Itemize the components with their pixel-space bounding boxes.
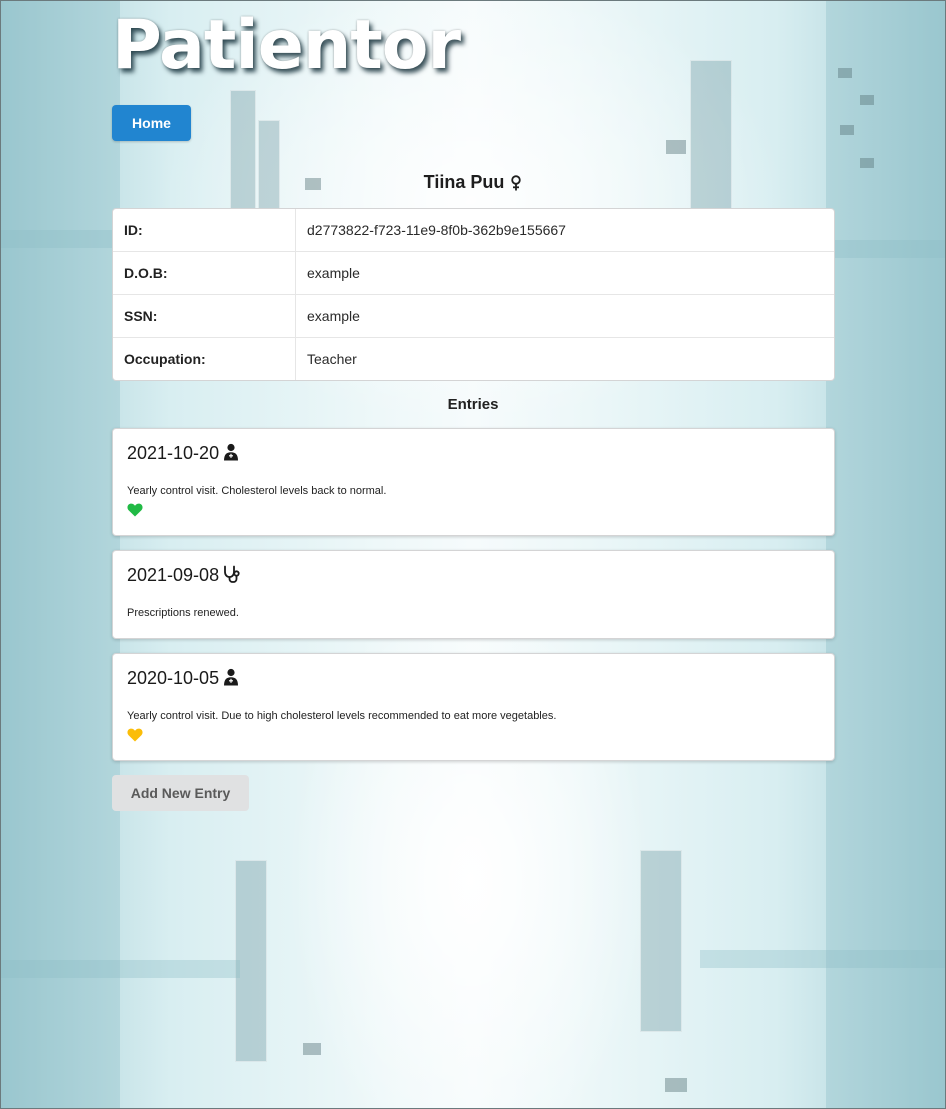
- stethoscope-icon: [223, 565, 241, 588]
- patient-name: Tiina Puu: [423, 172, 505, 192]
- entry-header: 2020-10-05: [127, 668, 239, 691]
- entry-description: Yearly control visit. Due to high choles…: [127, 710, 557, 722]
- heart-icon: [127, 728, 143, 747]
- field-value-occupation: Teacher: [307, 351, 357, 367]
- entries-heading: Entries: [447, 396, 499, 413]
- field-label-id: ID:: [113, 209, 296, 252]
- entry-description: Prescriptions renewed.: [127, 607, 239, 619]
- heart-icon: [127, 503, 143, 522]
- add-new-entry-button[interactable]: Add New Entry: [112, 775, 249, 811]
- field-label-dob: D.O.B:: [113, 252, 296, 295]
- entry-card: 2021-09-08 Prescriptions renewed.: [112, 550, 835, 639]
- field-label-ssn: SSN:: [113, 295, 296, 338]
- entry-card: 2020-10-05 Yearly control visit. Due to …: [112, 653, 835, 761]
- home-button[interactable]: Home: [112, 105, 191, 141]
- doctor-icon: [223, 443, 239, 466]
- table-row: Occupation: Teacher: [113, 338, 834, 380]
- field-label-occupation: Occupation:: [113, 338, 296, 380]
- table-row: ID: d2773822-f723-11e9-8f0b-362b9e155667: [113, 209, 834, 252]
- table-row: D.O.B: example: [113, 252, 834, 295]
- doctor-icon: [223, 668, 239, 691]
- entry-header: 2021-10-20: [127, 443, 239, 466]
- entry-card: 2021-10-20 Yearly control visit. Cholest…: [112, 428, 835, 536]
- female-icon: [510, 175, 522, 196]
- patient-header: Tiina Puu: [0, 172, 946, 196]
- entry-header: 2021-09-08: [127, 565, 241, 588]
- entry-date: 2021-10-20: [127, 443, 220, 463]
- entry-date: 2020-10-05: [127, 668, 220, 688]
- app-title: Patientor: [112, 6, 461, 85]
- entry-description: Yearly control visit. Cholesterol levels…: [127, 485, 387, 497]
- field-value-id: d2773822-f723-11e9-8f0b-362b9e155667: [296, 209, 834, 252]
- table-row: SSN: example: [113, 295, 834, 338]
- field-value-ssn: example: [296, 295, 834, 338]
- patient-info-table: ID: d2773822-f723-11e9-8f0b-362b9e155667…: [112, 208, 835, 381]
- field-value-dob: example: [296, 252, 834, 295]
- entry-date: 2021-09-08: [127, 565, 220, 585]
